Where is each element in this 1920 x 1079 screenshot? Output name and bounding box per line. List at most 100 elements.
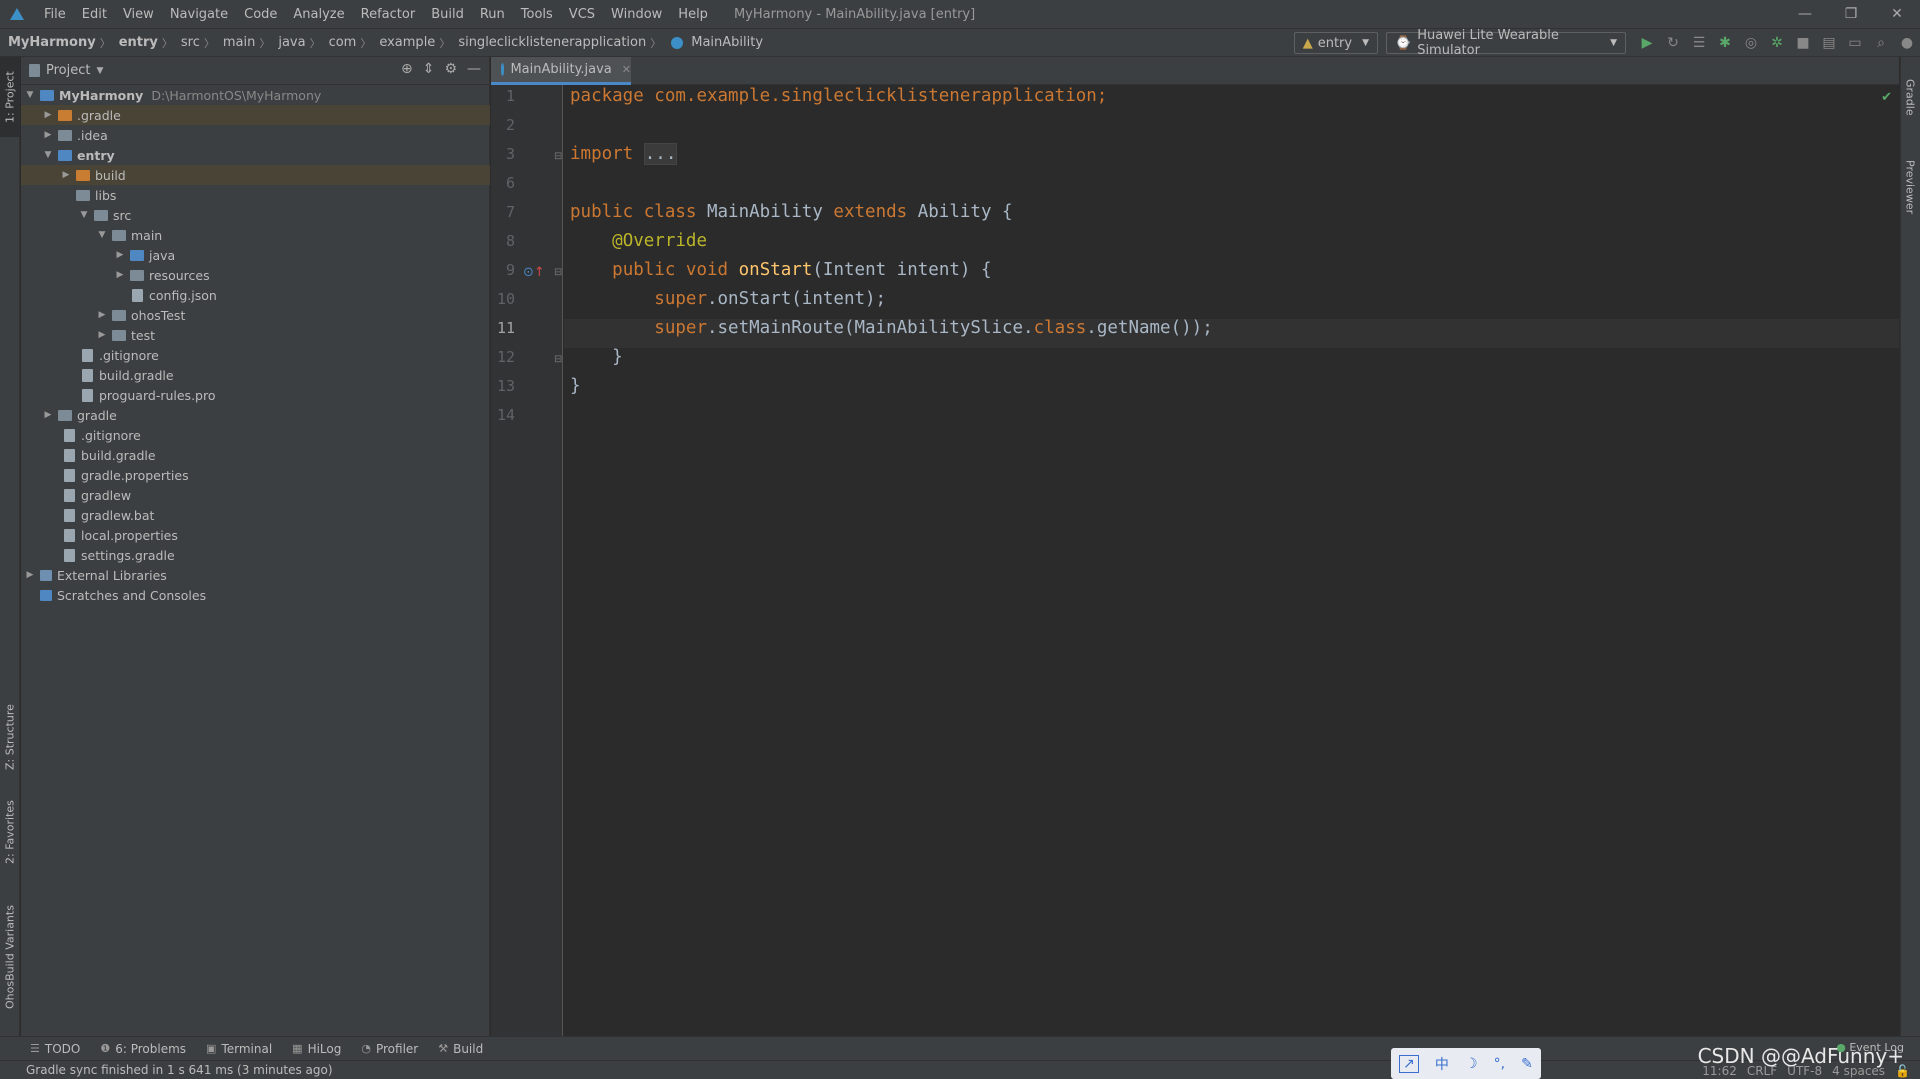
tab-gradle[interactable]: Gradle: [1900, 67, 1920, 127]
chevron-down-icon[interactable]: ▼: [77, 210, 91, 220]
tree-item-src[interactable]: ▼ src: [21, 205, 490, 225]
tree-item-entry-build-gradle[interactable]: build.gradle: [21, 365, 490, 385]
chevron-down-icon[interactable]: ▼: [41, 150, 55, 160]
menu-file[interactable]: File: [36, 7, 74, 22]
restore-icon[interactable]: ❐: [1828, 0, 1874, 28]
tree-item-settings-gradle[interactable]: settings.gradle: [21, 545, 490, 565]
minimize-icon[interactable]: —: [1782, 0, 1828, 28]
menu-edit[interactable]: Edit: [74, 7, 115, 22]
tool-hilog[interactable]: ▦ HiLog: [292, 1042, 341, 1056]
project-structure-icon[interactable]: ▤: [1816, 30, 1842, 56]
close-tab-icon[interactable]: ✕: [622, 63, 631, 76]
breadcrumb-main[interactable]: main: [215, 35, 259, 50]
chevron-right-icon[interactable]: ▶: [41, 410, 55, 420]
search-icon[interactable]: ⌕: [1868, 30, 1894, 56]
menu-analyze[interactable]: Analyze: [285, 7, 352, 22]
debug-icon[interactable]: ✱: [1712, 30, 1738, 56]
tree-item-idea[interactable]: ▶ .idea: [21, 125, 490, 145]
punctuation-icon[interactable]: °,: [1494, 1056, 1505, 1072]
no-problems-check-icon[interactable]: ✔: [1881, 90, 1892, 105]
chevron-right-icon[interactable]: ▶: [95, 310, 109, 320]
breadcrumb-package[interactable]: singleclicklistenerapplication: [450, 35, 650, 50]
tree-item-root[interactable]: ▼ MyHarmony D:\HarmontOS\MyHarmony: [21, 85, 490, 105]
menu-build[interactable]: Build: [423, 7, 472, 22]
tab-favorites[interactable]: 2: Favorites: [0, 792, 20, 872]
tool-build[interactable]: ⚒ Build: [438, 1042, 483, 1056]
chevron-right-icon[interactable]: ▶: [23, 570, 37, 580]
menu-help[interactable]: Help: [670, 7, 716, 22]
tab-structure[interactable]: Z: Structure: [0, 697, 20, 777]
ime-mode-icon[interactable]: ↗: [1399, 1054, 1419, 1073]
project-view-selector[interactable]: Project: [46, 63, 90, 78]
fold-icon[interactable]: ⊟: [554, 151, 562, 162]
tab-build-variants[interactable]: OhosBuild Variants: [0, 897, 20, 1017]
fold-icon[interactable]: ⊟: [554, 354, 562, 365]
chevron-down-icon[interactable]: ▼: [96, 66, 103, 76]
breadcrumb-com[interactable]: com: [321, 35, 361, 50]
tree-item-proguard[interactable]: proguard-rules.pro: [21, 385, 490, 405]
tool-profiler[interactable]: ◔ Profiler: [361, 1042, 418, 1056]
tree-item-main[interactable]: ▼ main: [21, 225, 490, 245]
account-icon[interactable]: ●: [1894, 30, 1920, 56]
stop-icon[interactable]: ■: [1790, 30, 1816, 56]
run-icon[interactable]: ▶: [1634, 30, 1660, 56]
chevron-right-icon[interactable]: ▶: [113, 250, 127, 260]
collapse-all-icon[interactable]: ⇕: [423, 61, 435, 77]
chevron-down-icon[interactable]: ▼: [23, 90, 37, 100]
tree-item-java[interactable]: ▶ java: [21, 245, 490, 265]
tree-item-test[interactable]: ▶ test: [21, 325, 490, 345]
tree-item-root-build-gradle[interactable]: build.gradle: [21, 445, 490, 465]
chevron-right-icon[interactable]: ▶: [41, 130, 55, 140]
tab-previewer[interactable]: Previewer: [1900, 142, 1920, 232]
tree-item-entry[interactable]: ▼ entry: [21, 145, 490, 165]
menu-navigate[interactable]: Navigate: [162, 7, 236, 22]
gear-icon[interactable]: ⚙: [444, 61, 457, 77]
tool-todo[interactable]: ☰ TODO: [30, 1042, 80, 1056]
chevron-right-icon[interactable]: ▶: [41, 110, 55, 120]
menu-tools[interactable]: Tools: [513, 7, 561, 22]
tree-item-scratches[interactable]: Scratches and Consoles: [21, 585, 490, 605]
tree-item-config-json[interactable]: config.json: [21, 285, 490, 305]
tree-item-gradle-cache[interactable]: ▶ .gradle: [21, 105, 490, 125]
tree-item-entry-gitignore[interactable]: .gitignore: [21, 345, 490, 365]
tree-item-gradle-properties[interactable]: gradle.properties: [21, 465, 490, 485]
breadcrumb-class[interactable]: MainAbility: [683, 35, 767, 50]
hide-icon[interactable]: —: [467, 61, 481, 77]
breadcrumb-java[interactable]: java: [270, 35, 309, 50]
attach-debugger-icon[interactable]: ✲: [1764, 30, 1790, 56]
tree-item-ohostest[interactable]: ▶ ohosTest: [21, 305, 490, 325]
menu-code[interactable]: Code: [236, 7, 285, 22]
layout-icon[interactable]: ▭: [1842, 30, 1868, 56]
tree-item-gradlew[interactable]: gradlew: [21, 485, 490, 505]
menu-window[interactable]: Window: [603, 7, 670, 22]
menu-vcs[interactable]: VCS: [561, 7, 603, 22]
tool-problems[interactable]: ❶ 6: Problems: [100, 1042, 186, 1056]
ime-language-toggle[interactable]: 中: [1435, 1054, 1449, 1074]
tree-item-libs[interactable]: libs: [21, 185, 490, 205]
breadcrumb-example[interactable]: example: [371, 35, 439, 50]
profile-icon[interactable]: ◎: [1738, 30, 1764, 56]
tree-item-resources[interactable]: ▶ resources: [21, 265, 490, 285]
tree-item-external-libraries[interactable]: ▶ External Libraries: [21, 565, 490, 585]
tree-item-local-properties[interactable]: local.properties: [21, 525, 490, 545]
tree-item-build[interactable]: ▶ build: [21, 165, 490, 185]
tree-item-gradle[interactable]: ▶ gradle: [21, 405, 490, 425]
tree-item-root-gitignore[interactable]: .gitignore: [21, 425, 490, 445]
code-editor[interactable]: package com.example.singleclicklistenera…: [564, 85, 1899, 1036]
moon-icon[interactable]: ☽: [1465, 1056, 1478, 1072]
chevron-right-icon[interactable]: ▶: [95, 330, 109, 340]
tab-mainability-java[interactable]: MainAbility.java ✕: [491, 57, 631, 85]
close-icon[interactable]: ✕: [1874, 0, 1920, 28]
import-fold[interactable]: ...: [643, 143, 678, 165]
fold-icon[interactable]: ⊟: [554, 267, 562, 278]
rerun-icon[interactable]: ↻: [1660, 30, 1686, 56]
status-message[interactable]: Gradle sync finished in 1 s 641 ms (3 mi…: [26, 1063, 333, 1077]
settings-icon[interactable]: ✎: [1521, 1056, 1533, 1072]
tab-project[interactable]: 1: Project: [0, 57, 20, 137]
menu-refactor[interactable]: Refactor: [353, 7, 424, 22]
run-config-dropdown[interactable]: ▲ entry ▼: [1293, 32, 1378, 54]
tree-item-gradlew-bat[interactable]: gradlew.bat: [21, 505, 490, 525]
menu-run[interactable]: Run: [472, 7, 513, 22]
chevron-right-icon[interactable]: ▶: [59, 170, 73, 180]
breadcrumb-project[interactable]: MyHarmony: [0, 35, 100, 50]
